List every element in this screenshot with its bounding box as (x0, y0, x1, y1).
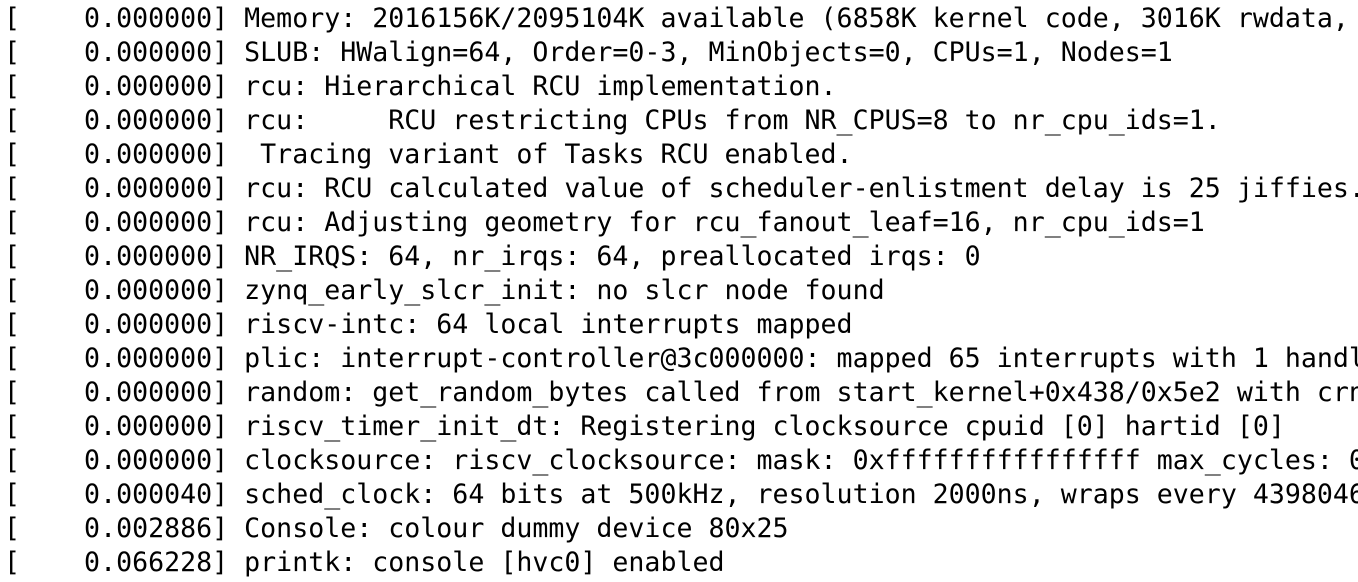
log-line: [ 0.000000] NR_IRQS: 64, nr_irqs: 64, pr… (4, 241, 981, 272)
log-line: [ 0.000000] rcu: Adjusting geometry for … (4, 207, 1205, 238)
log-line: [ 0.000000] random: get_random_bytes cal… (4, 377, 1358, 408)
log-line: [ 0.002886] Console: colour dummy device… (4, 513, 789, 544)
log-line: [ 0.000000] plic: interrupt-controller@3… (4, 343, 1358, 374)
log-line: [ 0.000000] Tracing variant of Tasks RCU… (4, 139, 853, 170)
log-line: [ 0.000000] riscv-intc: 64 local interru… (4, 309, 853, 340)
log-line: [ 0.000000] SLUB: HWalign=64, Order=0-3,… (4, 37, 1173, 68)
log-line: [ 0.000000] Memory: 2016156K/2095104K av… (4, 3, 1349, 34)
log-line: [ 0.000000] rcu: RCU restricting CPUs fr… (4, 105, 1221, 136)
log-line: [ 0.000000] riscv_timer_init_dt: Registe… (4, 411, 1285, 442)
log-line: [ 0.000000] zynq_early_slcr_init: no slc… (4, 275, 885, 306)
log-line: [ 0.066228] printk: console [hvc0] enabl… (4, 547, 725, 578)
log-line: [ 0.000040] sched_clock: 64 bits at 500k… (4, 479, 1358, 510)
log-line: [ 0.000000] rcu: RCU calculated value of… (4, 173, 1358, 204)
log-line: [ 0.000000] rcu: Hierarchical RCU implem… (4, 71, 837, 102)
log-line: [ 0.000000] clocksource: riscv_clocksour… (4, 445, 1358, 476)
terminal-output[interactable]: [ 0.000000] Memory: 2016156K/2095104K av… (0, 0, 1358, 582)
